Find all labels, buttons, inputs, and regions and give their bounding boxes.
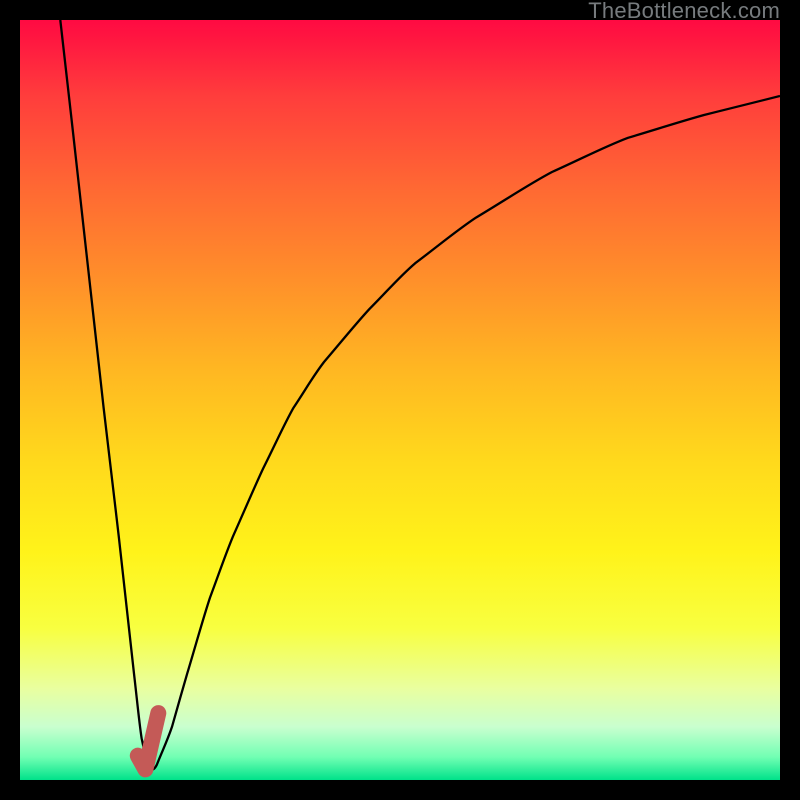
watermark-text: TheBottleneck.com: [588, 0, 780, 22]
chart-frame: TheBottleneck.com: [0, 0, 800, 800]
chart-svg: [20, 20, 780, 780]
optimum-marker: [138, 713, 159, 769]
bottleneck-curve: [60, 20, 780, 771]
plot-area: [20, 20, 780, 780]
